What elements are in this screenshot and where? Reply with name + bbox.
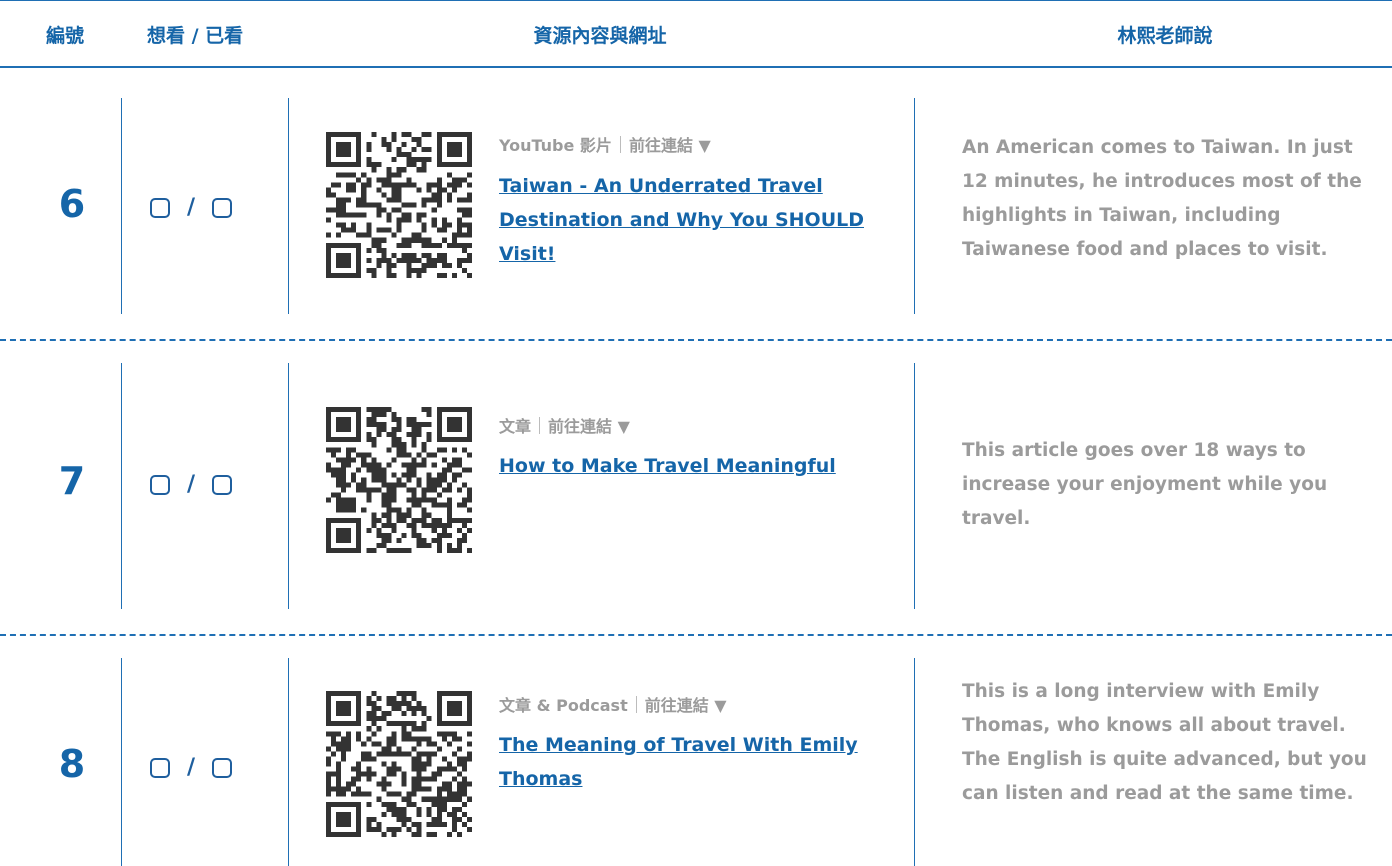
resource-title-link[interactable]: Taiwan - An Underrated Travel Destinatio… — [499, 169, 894, 271]
column-divider — [121, 98, 122, 314]
table-row: 7 / 文章 前往連結 ▼ How to Make Travel Meaningf… — [0, 363, 1392, 609]
want-to-watch-checkbox[interactable] — [150, 474, 170, 495]
qr-code[interactable] — [326, 691, 472, 837]
column-divider — [914, 658, 915, 866]
resource-meta: 文章 前往連結 ▼ — [499, 413, 630, 437]
go-to-link[interactable]: 前往連結 ▼ — [629, 136, 711, 155]
check-separator: / — [187, 472, 196, 497]
want-to-watch-checkbox[interactable] — [150, 757, 170, 778]
watch-checkboxes: / — [150, 195, 233, 220]
meta-divider — [539, 417, 541, 434]
resource-type: 文章 — [499, 417, 532, 436]
resource-meta: 文章 & Podcast 前往連結 ▼ — [499, 692, 727, 716]
header-resource: 資源內容與網址 — [533, 25, 667, 47]
go-to-link[interactable]: 前往連結 ▼ — [548, 417, 630, 436]
row-number: 7 — [58, 459, 86, 503]
teacher-comment: This article goes over 18 ways to increa… — [962, 440, 1328, 529]
column-divider — [288, 363, 289, 609]
check-separator: / — [187, 755, 196, 780]
want-to-watch-checkbox[interactable] — [150, 197, 170, 218]
column-divider — [121, 363, 122, 609]
header-teacher-says: 林熙老師說 — [1117, 25, 1213, 47]
row-divider — [0, 634, 1392, 636]
header-number: 編號 — [46, 25, 85, 47]
row-number: 6 — [58, 182, 86, 226]
table-header: 編號 想看 / 已看 資源內容與網址 林熙老師說 — [0, 0, 1392, 68]
meta-divider — [635, 696, 637, 713]
watched-checkbox[interactable] — [212, 757, 233, 778]
resource-meta: YouTube 影片 前往連結 ▼ — [499, 132, 711, 156]
watch-checkboxes: / — [150, 472, 233, 497]
column-divider — [121, 658, 122, 866]
go-to-link[interactable]: 前往連結 ▼ — [645, 696, 727, 715]
resource-title-link[interactable]: How to Make Travel Meaningful — [499, 449, 894, 483]
column-divider — [288, 658, 289, 866]
header-watch-status: 想看 / 已看 — [147, 25, 244, 47]
meta-divider — [619, 136, 621, 153]
teacher-comment: An American comes to Taiwan. In just 12 … — [962, 137, 1362, 260]
table-row: 8 / 文章 & Podcast 前往連結 ▼ The Meaning of Tr… — [0, 658, 1392, 866]
column-divider — [914, 363, 915, 609]
qr-code[interactable] — [326, 407, 472, 553]
column-divider — [914, 98, 915, 314]
row-divider — [0, 339, 1392, 341]
resource-type: 文章 & Podcast — [499, 696, 628, 715]
column-divider — [288, 98, 289, 314]
check-separator: / — [187, 195, 196, 220]
resource-type: YouTube 影片 — [499, 136, 612, 155]
teacher-comment: This is a long interview with Emily Thom… — [962, 681, 1367, 804]
row-number: 8 — [58, 742, 86, 786]
watched-checkbox[interactable] — [212, 197, 233, 218]
resource-title-link[interactable]: The Meaning of Travel With Emily Thomas — [499, 728, 894, 796]
watch-checkboxes: / — [150, 755, 233, 780]
qr-code[interactable] — [326, 132, 472, 278]
table-row: 6 / YouTube 影片 前往連結 ▼ Taiwan - An Underra… — [0, 98, 1392, 314]
watched-checkbox[interactable] — [212, 474, 233, 495]
